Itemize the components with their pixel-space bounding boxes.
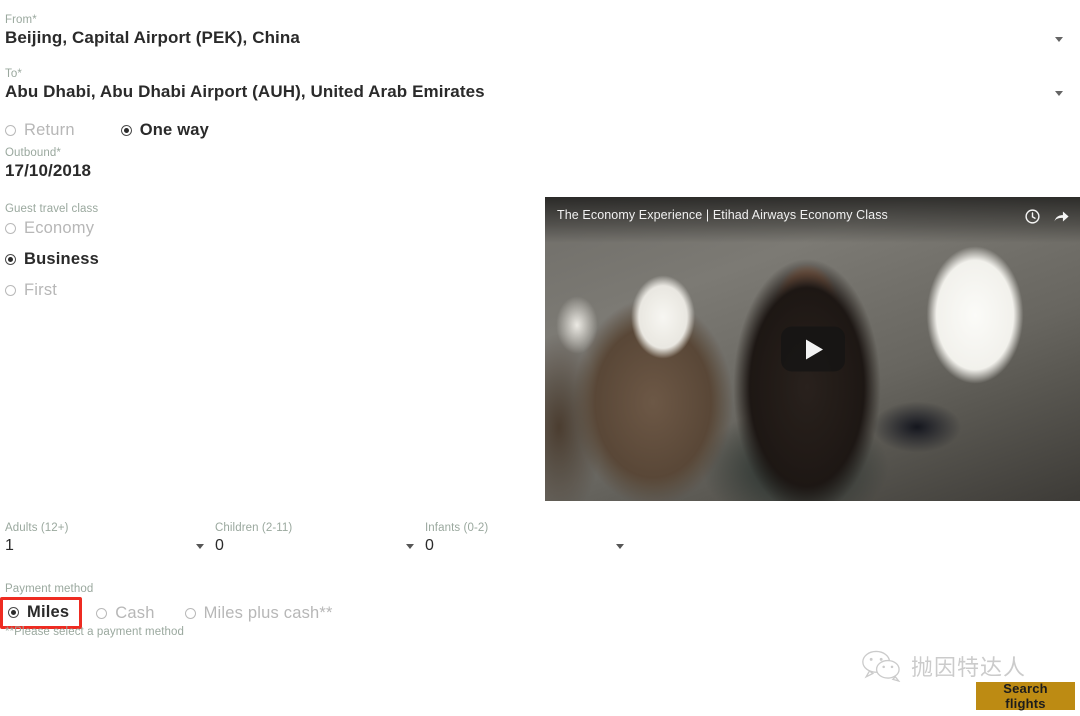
wechat-icon [862,650,901,682]
trip-type-group: Return One way [5,121,209,140]
radio-icon[interactable] [8,607,19,618]
infants-value: 0 [425,537,434,554]
chevron-down-icon[interactable] [1055,37,1063,42]
payment-label-cash: Cash [115,603,155,622]
radio-icon[interactable] [5,125,16,136]
travel-class-label: Guest travel class [5,203,99,215]
outbound-label: Outbound* [5,147,61,159]
radio-icon[interactable] [120,125,132,136]
clock-icon[interactable] [1024,208,1041,225]
travel-class-group: Economy Business First [5,219,99,312]
payment-label-miles-plus-cash: Miles plus cash** [203,603,333,622]
travel-class-label-first: First [24,281,58,299]
video-player[interactable]: The Economy Experience | Etihad Airways … [545,197,1080,501]
children-select[interactable]: Children (2-11) 0 [215,521,420,557]
adults-label: Adults (12+) [5,522,69,534]
outbound-value: 17/10/2018 [5,161,92,180]
video-title-bar: The Economy Experience | Etihad Airways … [545,197,1080,243]
chevron-down-icon[interactable] [1055,91,1063,96]
children-label: Children (2-11) [215,522,293,534]
adults-select[interactable]: Adults (12+) 1 [5,521,210,557]
payment-method-label: Payment method [5,583,94,595]
from-field[interactable]: From* Beijing, Capital Airport (PEK), Ch… [5,13,1075,49]
radio-icon[interactable] [5,285,16,296]
trip-type-label: Return [24,121,75,139]
payment-method-group: Miles Cash Miles plus cash** [0,597,363,629]
trip-type-label: One way [139,121,209,139]
from-label: From* [5,14,37,26]
trip-type-option-return[interactable]: Return [5,121,75,140]
travel-class-option-business[interactable]: Business [5,250,99,269]
payment-option-miles-plus-cash[interactable]: Miles plus cash** [184,603,333,623]
radio-icon[interactable] [184,607,196,619]
travel-class-label-economy: Economy [24,219,95,237]
radio-icon[interactable] [5,254,16,265]
to-label: To* [5,68,22,80]
payment-option-cash[interactable]: Cash [96,604,154,623]
radio-icon[interactable] [96,607,108,619]
watermark-text: 抛因特达人 [911,656,1027,681]
travel-class-option-economy[interactable]: Economy [5,219,99,238]
video-title[interactable]: The Economy Experience | Etihad Airways … [557,208,1012,222]
to-value: Abu Dhabi, Abu Dhabi Airport (AUH), Unit… [5,82,485,101]
radio-icon[interactable] [5,223,16,234]
trip-type-option-one-way[interactable]: One way [120,121,209,140]
children-value: 0 [215,537,224,554]
chevron-down-icon[interactable] [406,544,414,549]
from-value: Beijing, Capital Airport (PEK), China [5,28,300,47]
chevron-down-icon[interactable] [616,544,624,549]
adults-value: 1 [5,537,14,554]
outbound-date-field[interactable]: Outbound* 17/10/2018 [5,146,91,182]
to-field[interactable]: To* Abu Dhabi, Abu Dhabi Airport (AUH), … [5,67,1075,103]
search-flights-button[interactable]: Search flights [976,681,1075,711]
play-icon[interactable] [780,326,845,372]
infants-select[interactable]: Infants (0-2) 0 [425,521,630,557]
infants-label: Infants (0-2) [425,522,489,534]
payment-method-note: **Please select a payment method [5,626,184,638]
share-icon[interactable] [1053,208,1070,225]
chevron-down-icon[interactable] [196,544,204,549]
travel-class-option-first[interactable]: First [5,281,99,300]
watermark: 抛因特达人 [862,650,1026,682]
payment-option-miles[interactable]: Miles [0,597,83,629]
travel-class-label-business: Business [24,250,99,268]
payment-label-miles: Miles [27,603,70,621]
